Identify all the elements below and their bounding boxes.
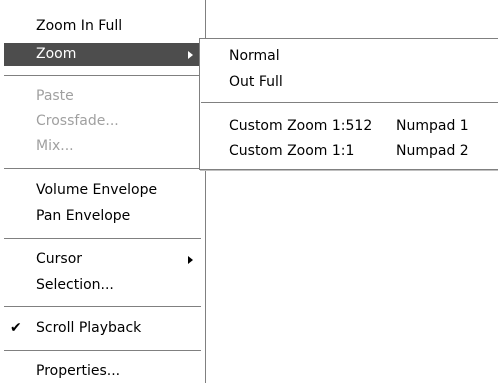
menu-item-cursor[interactable]: Cursor: [4, 248, 201, 271]
context-menu-screen: Zoom In Full Zoom Paste Crossfade... Mix…: [0, 0, 498, 383]
menu-item-label: Zoom: [36, 46, 77, 62]
chevron-right-icon: [188, 51, 193, 59]
menu-item-label: Zoom In Full: [36, 18, 123, 34]
menu-item-zoom[interactable]: Zoom: [4, 43, 201, 66]
menu-separator: [4, 238, 201, 240]
menu-item-properties[interactable]: Properties...: [4, 360, 201, 383]
menu-item-label: Pan Envelope: [36, 208, 131, 224]
context-menu: Zoom In Full Zoom Paste Crossfade... Mix…: [0, 0, 206, 383]
menu-item-label: Properties...: [36, 363, 121, 379]
menu-item-label: Scroll Playback: [36, 320, 142, 336]
menu-separator: [201, 102, 498, 104]
menu-item-zoom-in-full[interactable]: Zoom In Full: [4, 15, 201, 38]
menu-item-label: Volume Envelope: [36, 182, 158, 198]
checkmark-icon: ✔: [10, 320, 22, 336]
menu-item-label: Crossfade...: [36, 113, 119, 129]
submenu-item-custom-zoom-1-512[interactable]: Custom Zoom 1:512 Numpad 1: [204, 115, 494, 138]
menu-item-label: Normal: [229, 48, 280, 64]
submenu-item-out-full[interactable]: Out Full: [204, 71, 494, 94]
menu-item-paste[interactable]: Paste: [4, 85, 201, 108]
menu-item-scroll-playback[interactable]: ✔ Scroll Playback: [4, 317, 201, 340]
menu-item-pan-envelope[interactable]: Pan Envelope: [4, 205, 201, 228]
menu-separator: [4, 350, 201, 352]
chevron-right-icon: [188, 256, 193, 264]
menu-item-label: Paste: [36, 88, 74, 104]
menu-item-volume-envelope[interactable]: Volume Envelope: [4, 179, 201, 202]
menu-separator: [4, 306, 201, 308]
zoom-submenu: Normal Out Full Custom Zoom 1:512 Numpad…: [199, 38, 498, 170]
submenu-item-normal[interactable]: Normal: [204, 45, 494, 68]
menu-item-crossfade[interactable]: Crossfade...: [4, 110, 201, 133]
menu-separator: [4, 75, 201, 77]
submenu-item-custom-zoom-1-1[interactable]: Custom Zoom 1:1 Numpad 2: [204, 140, 494, 163]
menu-item-shortcut: Numpad 2: [396, 143, 469, 159]
menu-item-label: Mix...: [36, 138, 74, 154]
menu-item-shortcut: Numpad 1: [396, 118, 469, 134]
menu-item-label: Custom Zoom 1:512: [229, 118, 373, 134]
menu-item-label: Cursor: [36, 251, 83, 267]
menu-item-selection[interactable]: Selection...: [4, 274, 201, 297]
menu-separator: [4, 168, 201, 170]
menu-item-label: Out Full: [229, 74, 283, 90]
menu-item-label: Selection...: [36, 277, 114, 293]
menu-item-mix[interactable]: Mix...: [4, 135, 201, 158]
menu-item-label: Custom Zoom 1:1: [229, 143, 355, 159]
